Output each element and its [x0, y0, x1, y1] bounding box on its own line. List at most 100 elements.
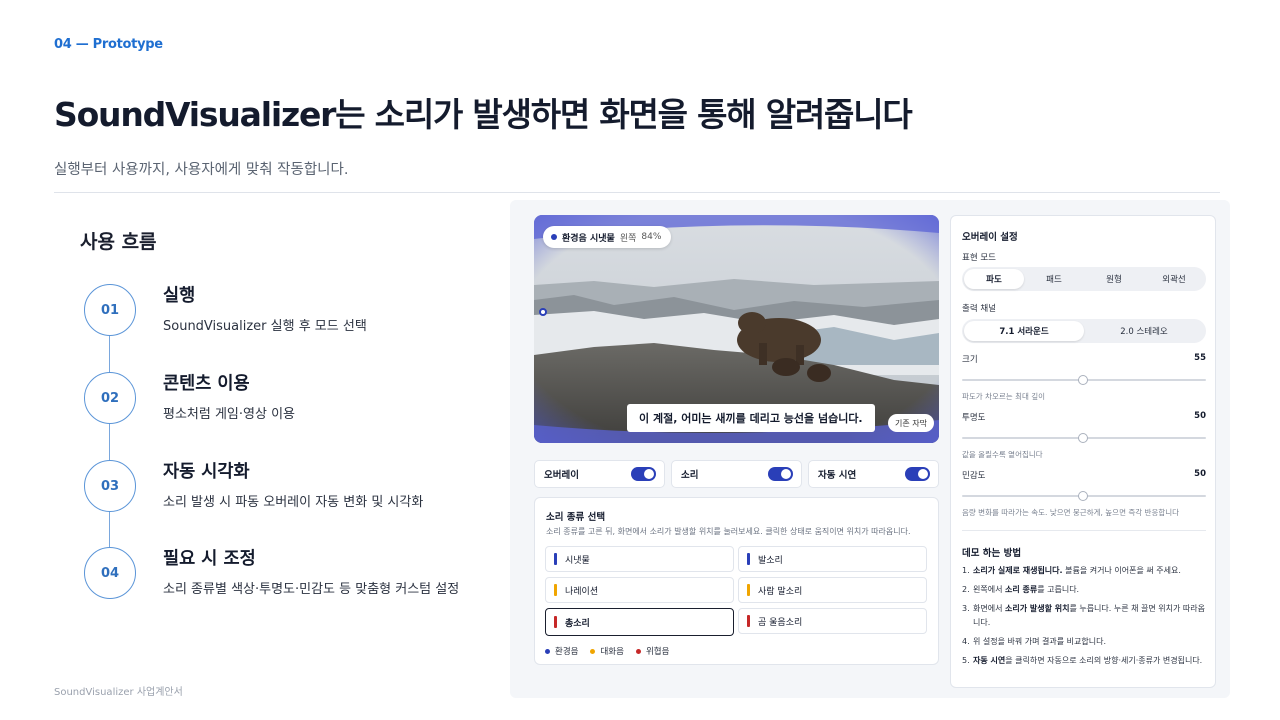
mode-option[interactable]: 원형	[1084, 269, 1144, 289]
toggle-switch[interactable]	[905, 467, 930, 481]
demo-step-bold: 소리 종류	[1004, 585, 1038, 594]
legend-label: 대화음	[600, 647, 624, 657]
demo-step-text: 위 설정을 바꿔 가며 결과를 비교합니다.	[973, 637, 1107, 646]
subtitle-toggle-button[interactable]: 기존 자막	[888, 414, 934, 432]
toggle-label: 자동 시연	[818, 470, 857, 481]
sound-type-card: 소리 종류 선택 소리 종류를 고른 뒤, 화면에서 소리가 발생할 위치를 눌…	[534, 497, 939, 665]
pill-sound-name: 환경음 시냇물	[562, 233, 615, 244]
step-number: 04	[84, 547, 136, 599]
demo-step-number: 2.	[962, 585, 970, 594]
toggle-overlay[interactable]: 오버레이	[534, 460, 665, 488]
channel-label: 출력 채널	[962, 304, 996, 314]
pill-percent: 84%	[641, 232, 662, 242]
step-title: 실행	[163, 286, 196, 306]
sound-type-label: 사람 말소리	[758, 586, 803, 597]
mode-label: 표현 모드	[962, 253, 996, 263]
toggle-switch[interactable]	[768, 467, 793, 481]
sound-type-button[interactable]: 나레이션	[545, 577, 734, 603]
demo-step-number: 1.	[962, 566, 970, 575]
step-desc: 평소처럼 게임·영상 이용	[163, 407, 295, 422]
demo-step-pre: 화면에서	[973, 604, 1005, 613]
sound-type-label: 시냇물	[565, 555, 590, 566]
demo-step-number: 3.	[962, 604, 970, 613]
slider-label: 크기	[962, 355, 978, 365]
flow-step: 01 실행 SoundVisualizer 실행 후 모드 선택	[84, 284, 524, 338]
flow-connector-line	[109, 335, 110, 550]
page-title: SoundVisualizer는 소리가 발생하면 화면을 통해 알려줍니다	[54, 95, 913, 134]
demo-step-bold: 소리가 실제로 재생됩니다.	[973, 566, 1063, 575]
sound-type-label: 총소리	[565, 618, 590, 629]
sound-type-label: 발소리	[758, 555, 783, 566]
category-color-bar	[554, 584, 557, 596]
category-color-bar	[554, 616, 557, 628]
slider-opacity-row: 투명도 50	[962, 411, 1206, 423]
sound-type-button[interactable]: 곰 울음소리	[738, 608, 927, 634]
demo-step-text: 볼륨을 켜거나 이어폰을 써 주세요.	[1062, 566, 1181, 575]
sound-type-label: 나레이션	[565, 586, 599, 597]
mode-option[interactable]: 외곽선	[1144, 269, 1204, 289]
demo-step-text: 를 고릅니다.	[1037, 585, 1080, 594]
toggle-label: 소리	[681, 470, 699, 481]
demo-step-bold: 자동 시연	[973, 656, 1006, 665]
slider-sensitivity-row: 민감도 50	[962, 469, 1206, 481]
demo-step: 2. 왼쪽에서 소리 종류를 고릅니다.	[962, 583, 1206, 597]
step-number: 03	[84, 460, 136, 512]
category-color-bar	[554, 553, 557, 565]
step-number: 02	[84, 372, 136, 424]
slider-hint: 값을 올릴수록 옅어집니다	[962, 450, 1043, 459]
step-title: 콘텐츠 이용	[163, 374, 250, 394]
mode-segmented-control: 파도 패드 원형 외곽선	[962, 267, 1206, 291]
slider-value: 55	[1194, 353, 1206, 363]
legend-label: 환경음	[555, 647, 579, 657]
settings-title: 오버레이 설정	[962, 232, 1018, 243]
slider-hint: 파도가 차오르는 최대 깊이	[962, 392, 1046, 401]
sound-type-label: 곰 울음소리	[758, 617, 803, 628]
slider-value: 50	[1194, 411, 1206, 421]
demo-step: 4. 위 설정을 바꿔 가며 결과를 비교합니다.	[962, 635, 1206, 649]
demo-step-text: 을 클릭하면 자동으로 소리의 방향·세기·종류가 변경됩니다.	[1005, 656, 1203, 665]
step-number: 01	[84, 284, 136, 336]
sound-position-marker[interactable]	[539, 308, 547, 316]
slider-label: 민감도	[962, 471, 986, 481]
sound-type-desc: 소리 종류를 고른 뒤, 화면에서 소리가 발생할 위치를 눌러보세요. 클릭한…	[546, 527, 911, 536]
overlay-settings-panel: 오버레이 설정 표현 모드 파도 패드 원형 외곽선 출력 채널 7.1 서라운…	[950, 215, 1216, 688]
flow-step: 04 필요 시 조정 소리 종류별 색상·투명도·민감도 등 맞춤형 커스텀 설…	[84, 547, 524, 601]
slider-label: 투명도	[962, 413, 986, 423]
mode-option[interactable]: 파도	[964, 269, 1024, 289]
demo-step-bold: 소리가 발생할 위치	[1004, 604, 1070, 613]
step-desc: 소리 발생 시 파동 오버레이 자동 변화 및 시각화	[163, 495, 424, 510]
sound-type-button[interactable]: 시냇물	[545, 546, 734, 572]
slider-size-thumb[interactable]	[1078, 375, 1088, 385]
slider-hint: 음량 변화를 따라가는 속도. 낮으면 뭉근하게, 높으면 즉각 반응합니다	[962, 508, 1180, 517]
sound-type-button-selected[interactable]: 총소리	[545, 608, 734, 636]
sound-location-pill: 환경음 시냇물 왼쪽 84%	[543, 226, 672, 248]
flow-step: 03 자동 시각화 소리 발생 시 파동 오버레이 자동 변화 및 시각화	[84, 460, 524, 514]
step-title: 필요 시 조정	[163, 549, 256, 569]
demo-steps-list: 1. 소리가 실제로 재생됩니다. 볼륨을 켜거나 이어폰을 써 주세요. 2.…	[962, 564, 1206, 673]
channel-segmented-control: 7.1 서라운드 2.0 스테레오	[962, 319, 1206, 343]
legend-item: 위협음	[635, 645, 669, 657]
pill-direction: 왼쪽	[619, 233, 637, 244]
slider-opacity-thumb[interactable]	[1078, 433, 1088, 443]
channel-option[interactable]: 2.0 스테레오	[1084, 321, 1204, 341]
toggle-switch[interactable]	[631, 467, 656, 481]
legend-item: 환경음	[545, 645, 578, 657]
category-color-bar	[747, 553, 750, 565]
sound-type-button[interactable]: 사람 말소리	[738, 577, 927, 603]
toggle-label: 오버레이	[544, 470, 579, 481]
toggle-auto-demo[interactable]: 자동 시연	[808, 460, 939, 488]
channel-option[interactable]: 7.1 서라운드	[964, 321, 1084, 341]
slider-value: 50	[1194, 469, 1206, 479]
video-caption: 이 계절, 어미는 새끼를 데리고 능선을 넘습니다.	[627, 404, 875, 432]
mode-option[interactable]: 패드	[1024, 269, 1084, 289]
step-desc: SoundVisualizer 실행 후 모드 선택	[163, 319, 367, 334]
section-eyebrow: 04 — Prototype	[54, 37, 163, 52]
sound-type-button[interactable]: 발소리	[738, 546, 927, 572]
flow-step: 02 콘텐츠 이용 평소처럼 게임·영상 이용	[84, 372, 524, 426]
toggle-sound[interactable]: 소리	[671, 460, 802, 488]
demo-step: 5. 자동 시연을 클릭하면 자동으로 소리의 방향·세기·종류가 변경됩니다.	[962, 654, 1206, 668]
category-legend: 환경음 대화음 위협음	[545, 645, 669, 657]
sound-type-title: 소리 종류 선택	[546, 512, 606, 523]
slider-sensitivity-thumb[interactable]	[1078, 491, 1088, 501]
page-subtitle: 실행부터 사용까지, 사용자에게 맞춰 작동합니다.	[54, 162, 349, 178]
